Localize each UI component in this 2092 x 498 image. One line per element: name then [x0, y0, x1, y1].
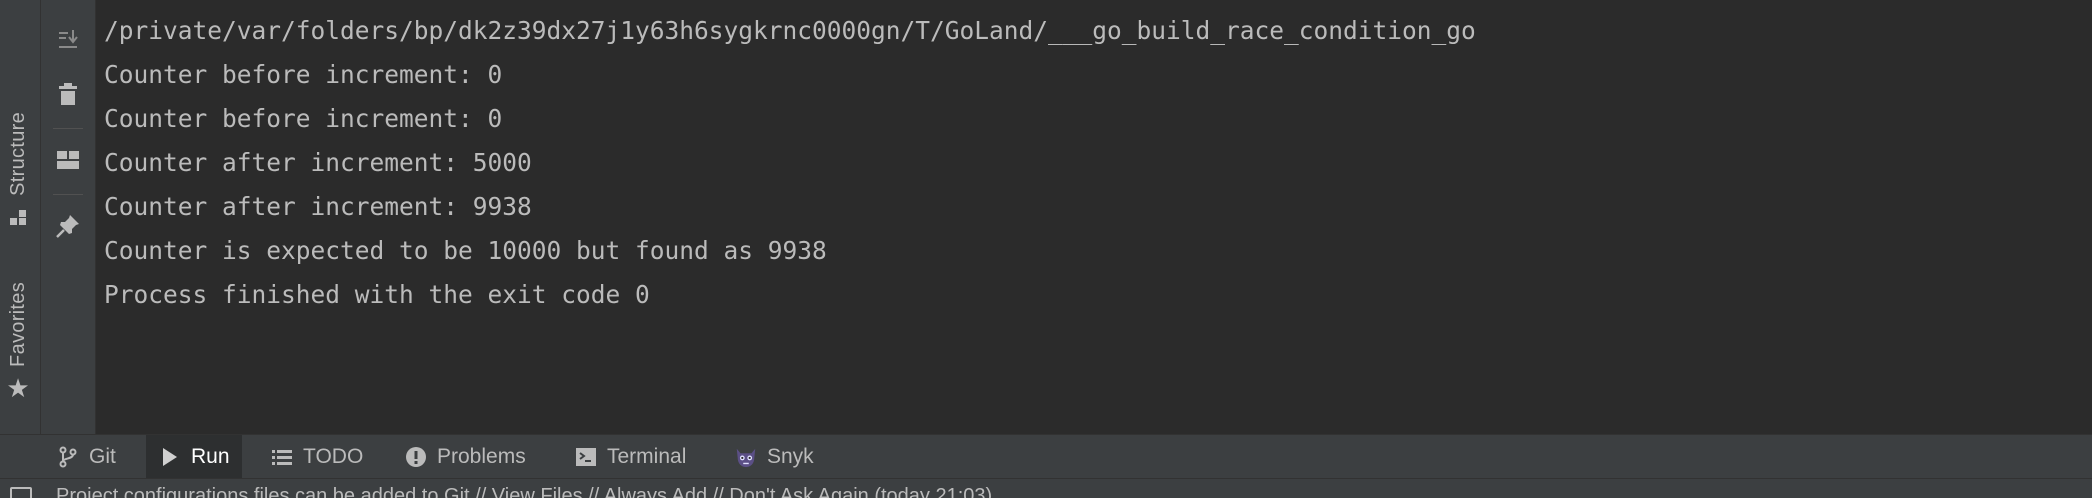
tab-terminal-label: Terminal: [607, 445, 687, 468]
left-tool-strip: Structure Favorites ★: [0, 0, 41, 434]
structure-tab-label: Structure: [6, 112, 29, 196]
scroll-to-end-icon: [59, 30, 78, 48]
console-line: Counter after increment: 9938: [104, 192, 532, 221]
console-line: /private/var/folders/bp/dk2z39dx27j1y63h…: [104, 16, 1476, 45]
star-icon: ★: [6, 372, 30, 403]
pin-icon: [56, 215, 79, 238]
tab-git-label: Git: [89, 445, 116, 468]
layout-button[interactable]: [52, 144, 84, 176]
tab-problems[interactable]: Problems: [392, 435, 538, 479]
tab-todo[interactable]: TODO: [258, 435, 375, 479]
toolbar-separator: [53, 194, 83, 195]
warning-icon: [404, 445, 428, 469]
tab-snyk-label: Snyk: [767, 445, 814, 468]
status-message[interactable]: Project configurations files can be adde…: [56, 485, 992, 498]
run-console-output[interactable]: /private/var/folders/bp/dk2z39dx27j1y63h…: [96, 0, 2092, 434]
tab-git[interactable]: Git: [44, 435, 128, 479]
console-line: Counter before increment: 0: [104, 104, 503, 133]
toolbar-separator: [53, 128, 83, 129]
git-branch-icon: [56, 445, 80, 469]
list-icon: [270, 445, 294, 469]
status-bar: Project configurations files can be adde…: [0, 478, 2092, 498]
structure-tab[interactable]: Structure: [0, 112, 36, 226]
pin-tab-button[interactable]: [52, 210, 84, 242]
favorites-tab[interactable]: Favorites ★: [0, 282, 36, 401]
tab-problems-label: Problems: [437, 445, 526, 468]
scroll-to-end-button[interactable]: [52, 24, 84, 56]
structure-icon: [10, 209, 26, 226]
layout-icon: [57, 151, 79, 169]
ide-window: Structure Favorites ★ /private/var/folde…: [0, 0, 2092, 498]
tool-window-bar: Git Run TODO Problems Terminal Snyk: [0, 434, 2092, 479]
favorites-tab-label: Favorites: [6, 282, 29, 367]
tab-terminal[interactable]: Terminal: [562, 435, 698, 479]
console-line: Counter after increment: 5000: [104, 148, 532, 177]
trash-icon: [59, 83, 77, 105]
tab-run-label: Run: [191, 445, 230, 468]
play-icon: [158, 445, 182, 469]
tab-snyk[interactable]: Snyk: [722, 435, 826, 479]
tab-todo-label: TODO: [303, 445, 364, 468]
notification-icon[interactable]: [10, 487, 32, 498]
snyk-icon: [734, 445, 758, 469]
terminal-icon: [574, 445, 598, 469]
console-line: Counter before increment: 0: [104, 60, 503, 89]
tab-run[interactable]: Run: [146, 435, 242, 479]
console-line: Process finished with the exit code 0: [104, 280, 650, 309]
console-line: Counter is expected to be 10000 but foun…: [104, 236, 827, 265]
clear-all-button[interactable]: [52, 78, 84, 110]
run-toolbar: [41, 0, 96, 434]
